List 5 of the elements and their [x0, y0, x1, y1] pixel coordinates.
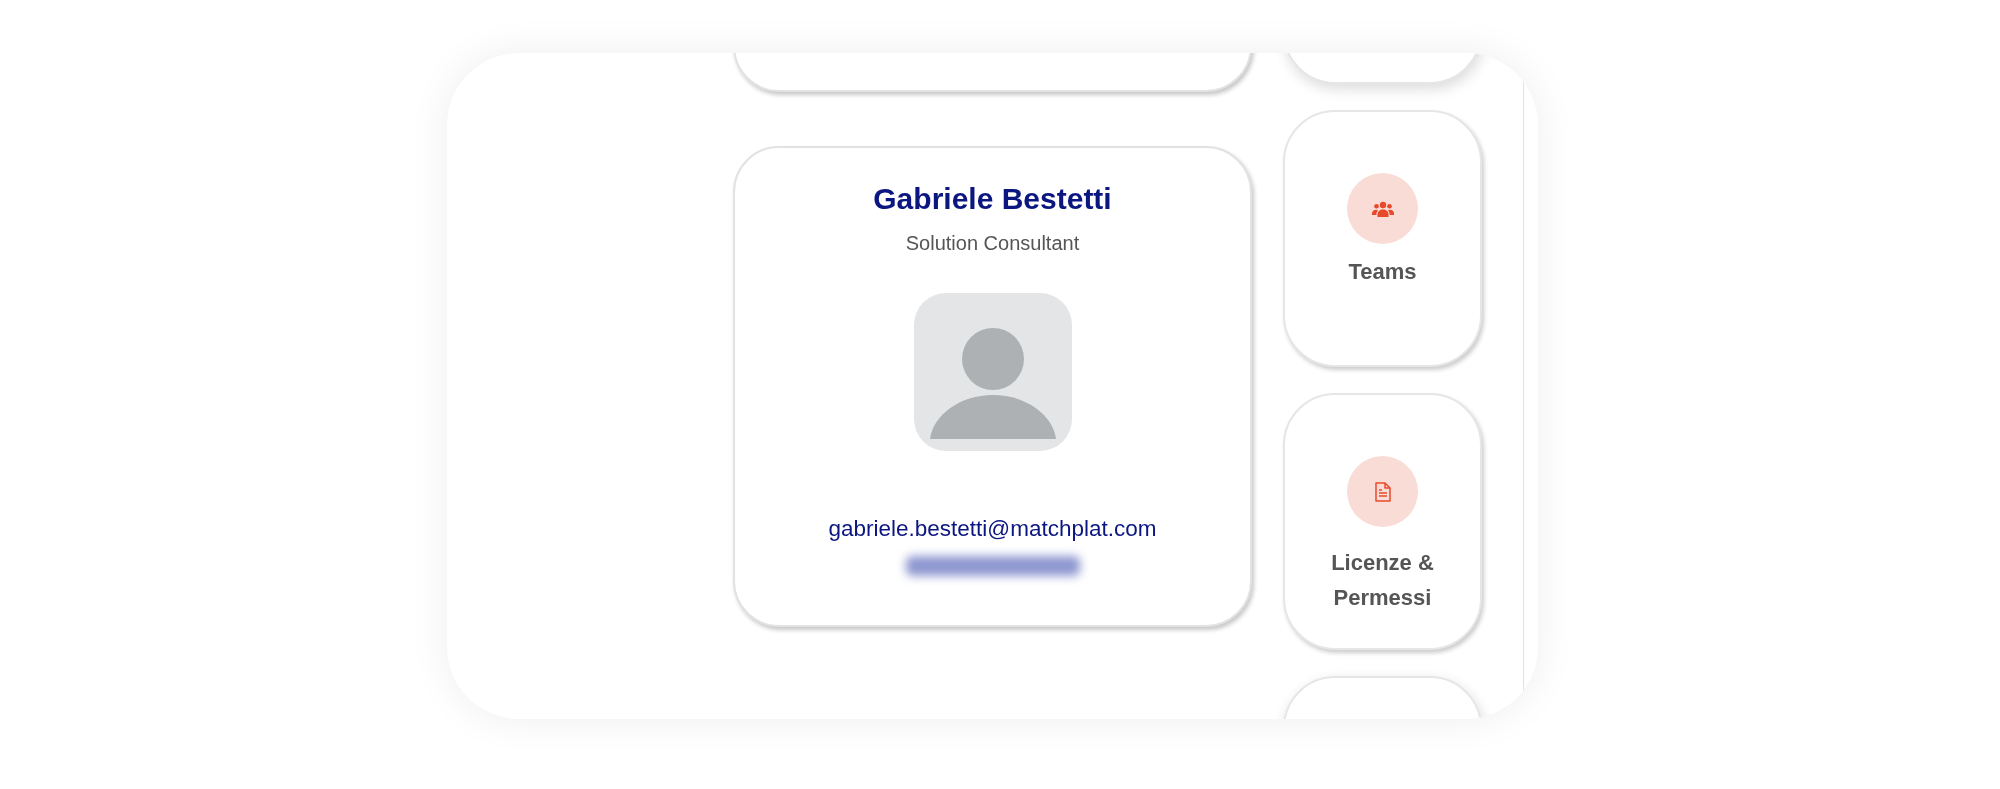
- person-name: Gabriele Bestetti: [873, 182, 1112, 216]
- app-tile[interactable]: Licenze & Permessi: [1283, 393, 1482, 650]
- job-title: Solution Consultant: [905, 232, 1080, 255]
- app-tile[interactable]: Teams: [1283, 110, 1482, 367]
- email-link[interactable]: gabriele.bestetti@matchplat.com: [828, 516, 1157, 542]
